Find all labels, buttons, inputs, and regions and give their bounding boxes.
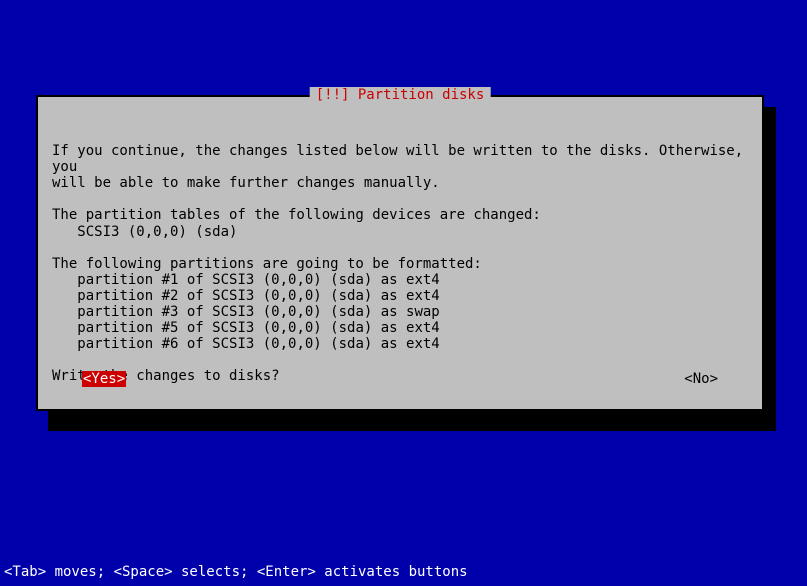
format-heading: The following partitions are going to be… (52, 256, 482, 272)
partition-item: partition #1 of SCSI3 (0,0,0) (sda) as e… (52, 272, 440, 288)
partition-item: partition #3 of SCSI3 (0,0,0) (sda) as s… (52, 304, 440, 320)
devices-heading: The partition tables of the following de… (52, 207, 541, 223)
device-item: SCSI3 (0,0,0) (sda) (52, 224, 237, 240)
intro-text: If you continue, the changes listed belo… (52, 143, 752, 191)
status-bar: <Tab> moves; <Space> selects; <Enter> ac… (4, 564, 468, 580)
partition-dialog: [!!] Partition disks If you continue, th… (36, 95, 764, 411)
partition-item: partition #6 of SCSI3 (0,0,0) (sda) as e… (52, 336, 440, 352)
partition-item: partition #2 of SCSI3 (0,0,0) (sda) as e… (52, 288, 440, 304)
partition-item: partition #5 of SCSI3 (0,0,0) (sda) as e… (52, 320, 440, 336)
no-button[interactable]: <No> (684, 371, 718, 387)
dialog-body: If you continue, the changes listed belo… (52, 127, 748, 401)
dialog-title: [!!] Partition disks (310, 87, 491, 103)
title-text: [!!] Partition disks (316, 87, 485, 103)
yes-button[interactable]: <Yes> (82, 371, 126, 387)
button-row: <Yes> <No> (38, 371, 762, 387)
